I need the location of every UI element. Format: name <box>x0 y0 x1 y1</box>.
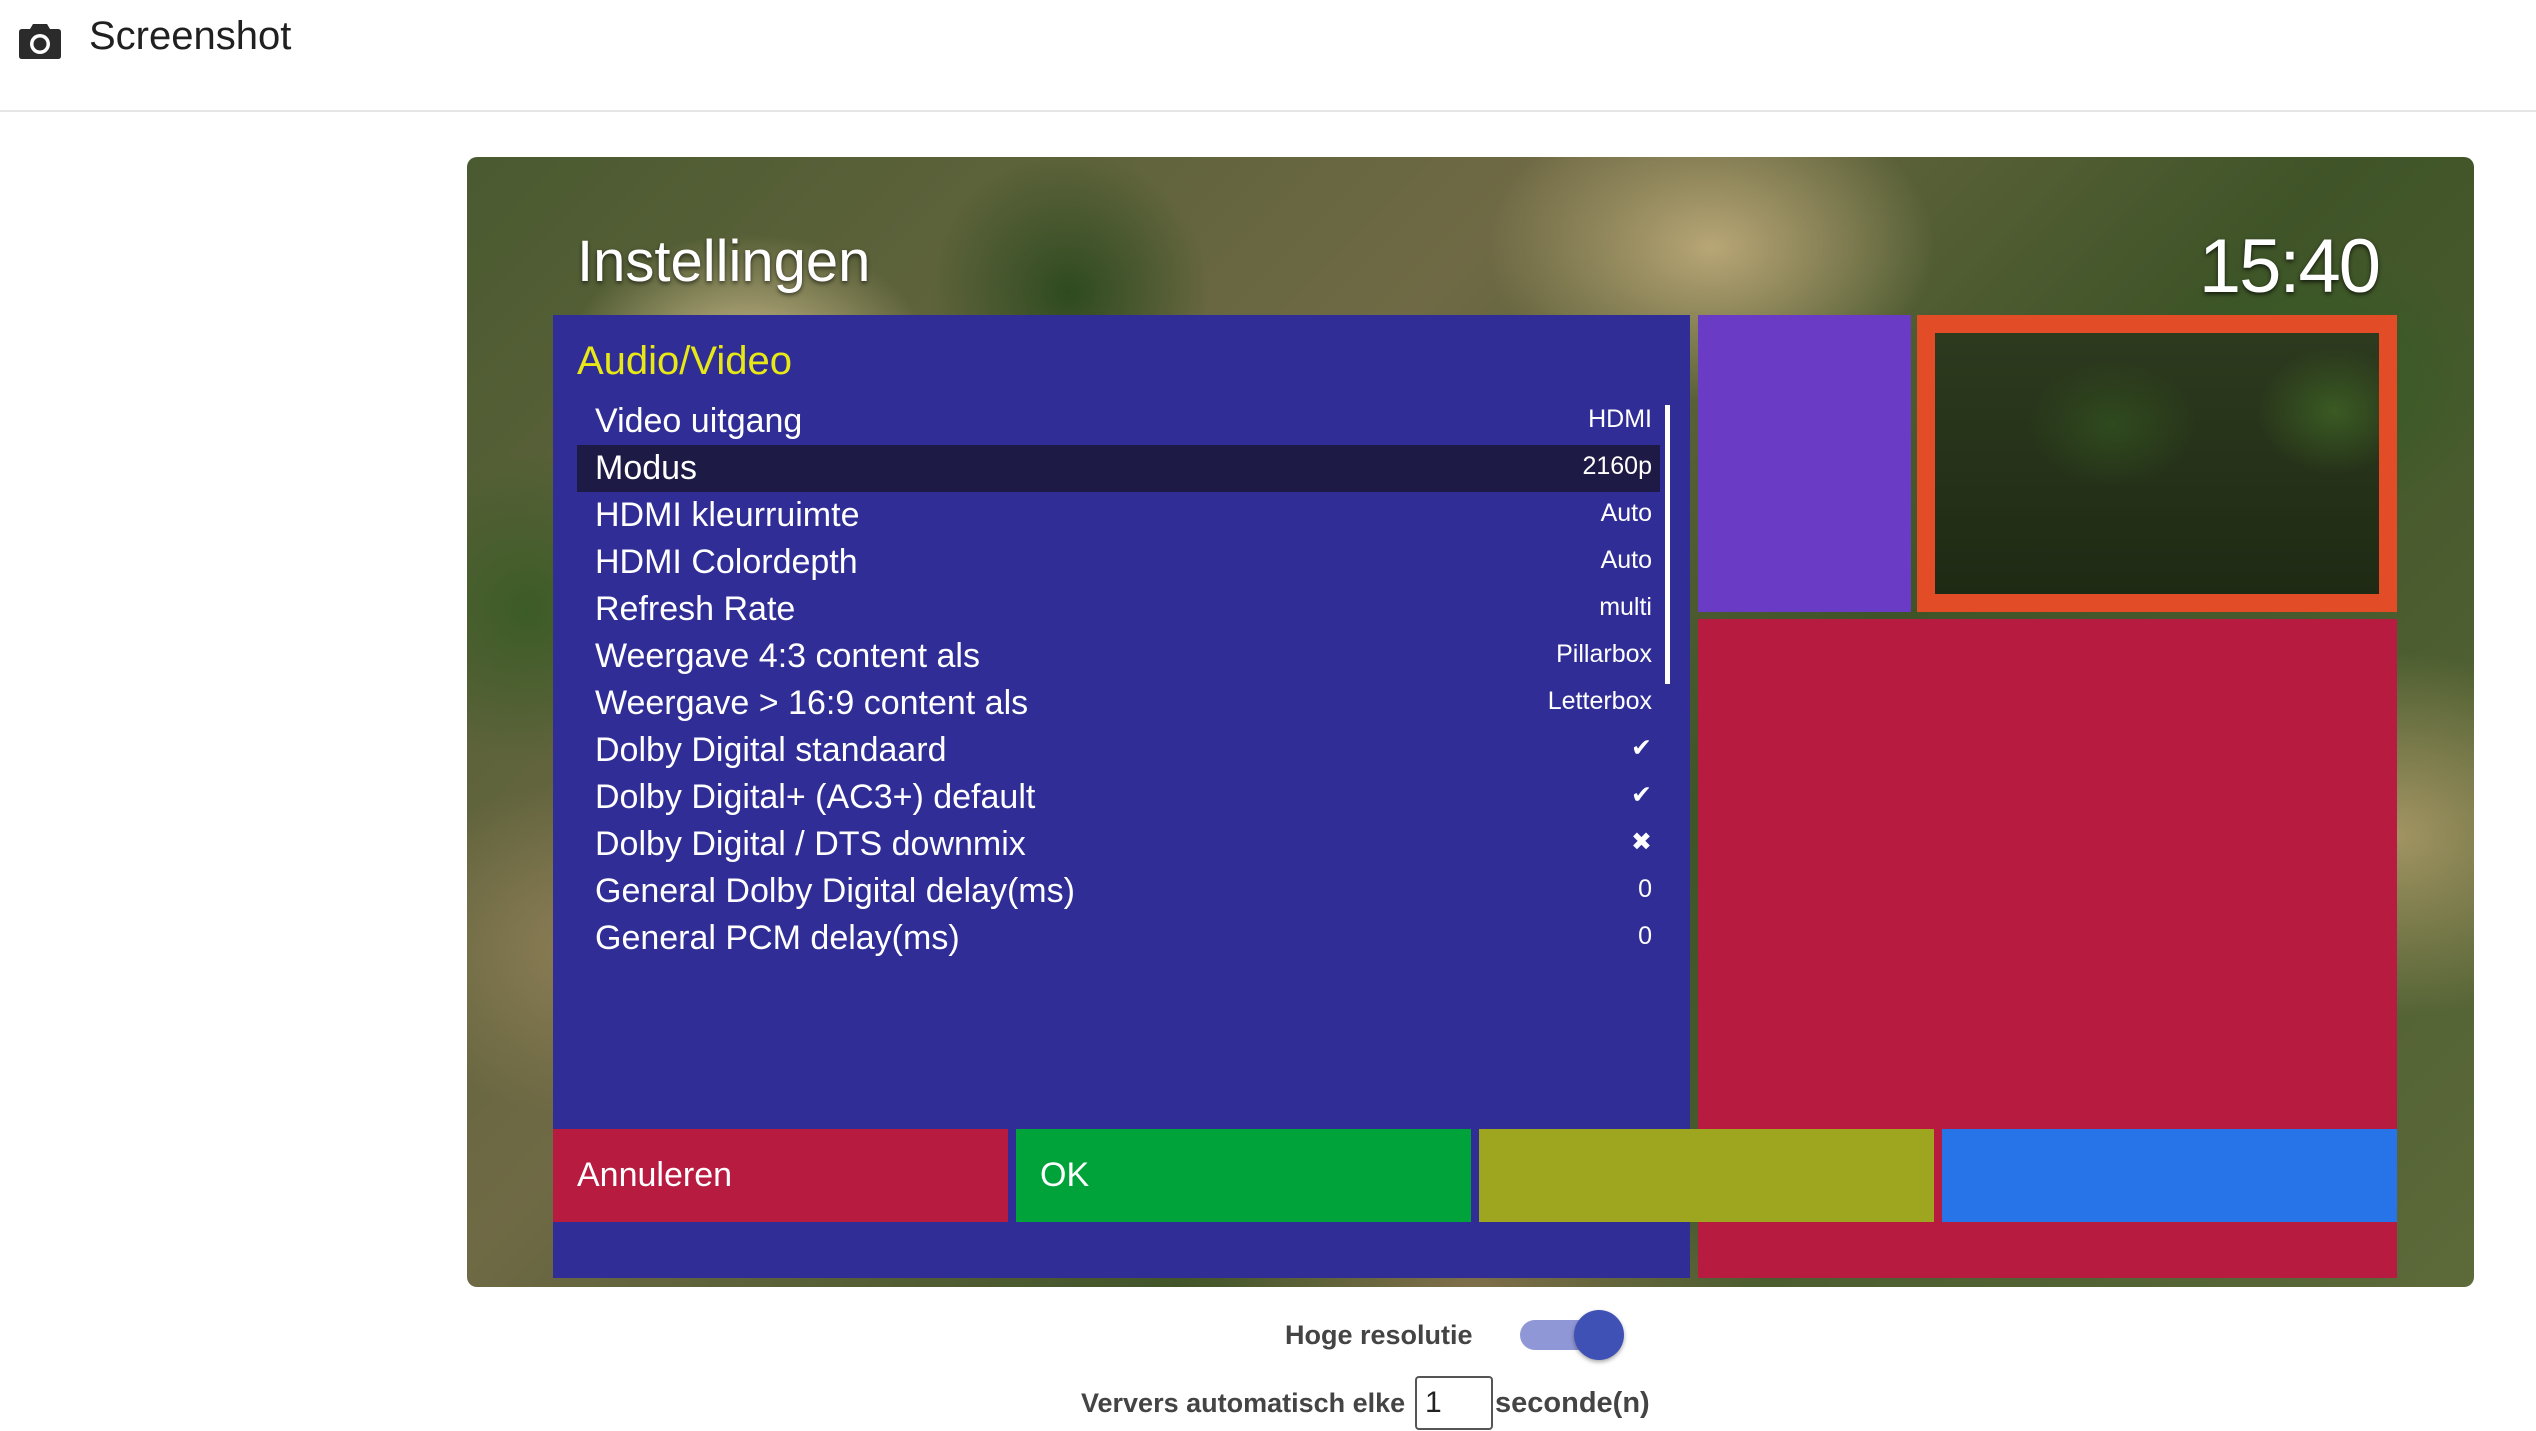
cross-icon: ✖ <box>1631 828 1652 856</box>
settings-item-label: HDMI kleurruimte <box>595 496 860 534</box>
settings-item-display-16-9[interactable]: Weergave > 16:9 content als Letterbox <box>577 680 1660 727</box>
auto-refresh-label: Ververs automatisch elke <box>1081 1388 1406 1418</box>
settings-item-label: Video uitgang <box>595 402 803 440</box>
cancel-button-label: Annuleren <box>577 1156 733 1194</box>
settings-scrollbar[interactable] <box>1665 405 1670 684</box>
settings-item-value: Letterbox <box>1547 687 1652 715</box>
page-title: Screenshot <box>89 14 292 58</box>
settings-item-label: Dolby Digital / DTS downmix <box>595 825 1026 863</box>
ok-button-label: OK <box>1040 1156 1090 1194</box>
check-icon: ✔ <box>1631 734 1652 762</box>
header-bar: Screenshot <box>0 0 2536 112</box>
settings-list: Video uitgang HDMI Modus 2160p HDMI kleu… <box>577 398 1660 962</box>
high-resolution-toggle[interactable] <box>1520 1310 1624 1360</box>
settings-item-label: Refresh Rate <box>595 590 796 628</box>
blue-button[interactable] <box>1942 1129 2397 1222</box>
settings-item-value: Auto <box>1600 546 1652 574</box>
refresh-interval-input[interactable] <box>1415 1376 1493 1430</box>
tv-clock: 15:40 <box>2198 224 2381 309</box>
settings-item-value: 0 <box>1638 875 1652 903</box>
cancel-button[interactable]: Annuleren <box>553 1129 1008 1222</box>
settings-item-label: General Dolby Digital delay(ms) <box>595 872 1075 910</box>
ok-button[interactable]: OK <box>1016 1129 1471 1222</box>
settings-item-label: HDMI Colordepth <box>595 543 858 581</box>
settings-item-value: multi <box>1599 593 1652 621</box>
high-resolution-row: Hoge resolutie <box>0 1300 2536 1370</box>
camera-icon <box>19 24 61 59</box>
section-title: Audio/Video <box>577 339 792 383</box>
settings-item-label: Modus <box>595 449 698 487</box>
settings-item-value: Pillarbox <box>1556 640 1652 668</box>
settings-item-dolby-delay[interactable]: General Dolby Digital delay(ms) 0 <box>577 868 1660 915</box>
settings-item-hdmi-colordepth[interactable]: HDMI Colordepth Auto <box>577 539 1660 586</box>
settings-item-downmix[interactable]: Dolby Digital / DTS downmix ✖ <box>577 821 1660 868</box>
settings-item-value: Auto <box>1600 499 1652 527</box>
settings-item-label: Weergave > 16:9 content als <box>595 684 1029 722</box>
settings-item-value: 2160p <box>1582 452 1652 480</box>
refresh-unit-label: seconde(n) <box>1495 1387 1650 1419</box>
toggle-knob <box>1574 1310 1624 1360</box>
yellow-button[interactable] <box>1479 1129 1934 1222</box>
tv-menu-title: Instellingen <box>577 229 871 294</box>
high-resolution-label: Hoge resolutie <box>1285 1320 1473 1350</box>
settings-item-dolby-digital-plus[interactable]: Dolby Digital+ (AC3+) default ✔ <box>577 774 1660 821</box>
settings-item-pcm-delay[interactable]: General PCM delay(ms) 0 <box>577 915 1660 962</box>
settings-item-mode[interactable]: Modus 2160p <box>577 445 1660 492</box>
check-icon: ✔ <box>1631 781 1652 809</box>
pip-purple-block <box>1698 315 1911 612</box>
pip-preview-window <box>1917 315 2397 612</box>
settings-item-dolby-digital[interactable]: Dolby Digital standaard ✔ <box>577 727 1660 774</box>
settings-item-label: Dolby Digital+ (AC3+) default <box>595 778 1036 816</box>
settings-item-value: HDMI <box>1588 405 1652 433</box>
settings-item-video-output[interactable]: Video uitgang HDMI <box>577 398 1660 445</box>
settings-item-label: Dolby Digital standaard <box>595 731 947 769</box>
settings-item-display-4-3[interactable]: Weergave 4:3 content als Pillarbox <box>577 633 1660 680</box>
tv-screenshot: Instellingen 15:40 Audio/Video Video uit… <box>467 157 2474 1287</box>
settings-item-label: General PCM delay(ms) <box>595 919 960 957</box>
settings-item-hdmi-colorspace[interactable]: HDMI kleurruimte Auto <box>577 492 1660 539</box>
settings-item-label: Weergave 4:3 content als <box>595 637 980 675</box>
auto-refresh-row: Ververs automatisch elke seconde(n) <box>0 1374 2536 1431</box>
settings-item-refresh-rate[interactable]: Refresh Rate multi <box>577 586 1660 633</box>
settings-item-value: 0 <box>1638 922 1652 950</box>
